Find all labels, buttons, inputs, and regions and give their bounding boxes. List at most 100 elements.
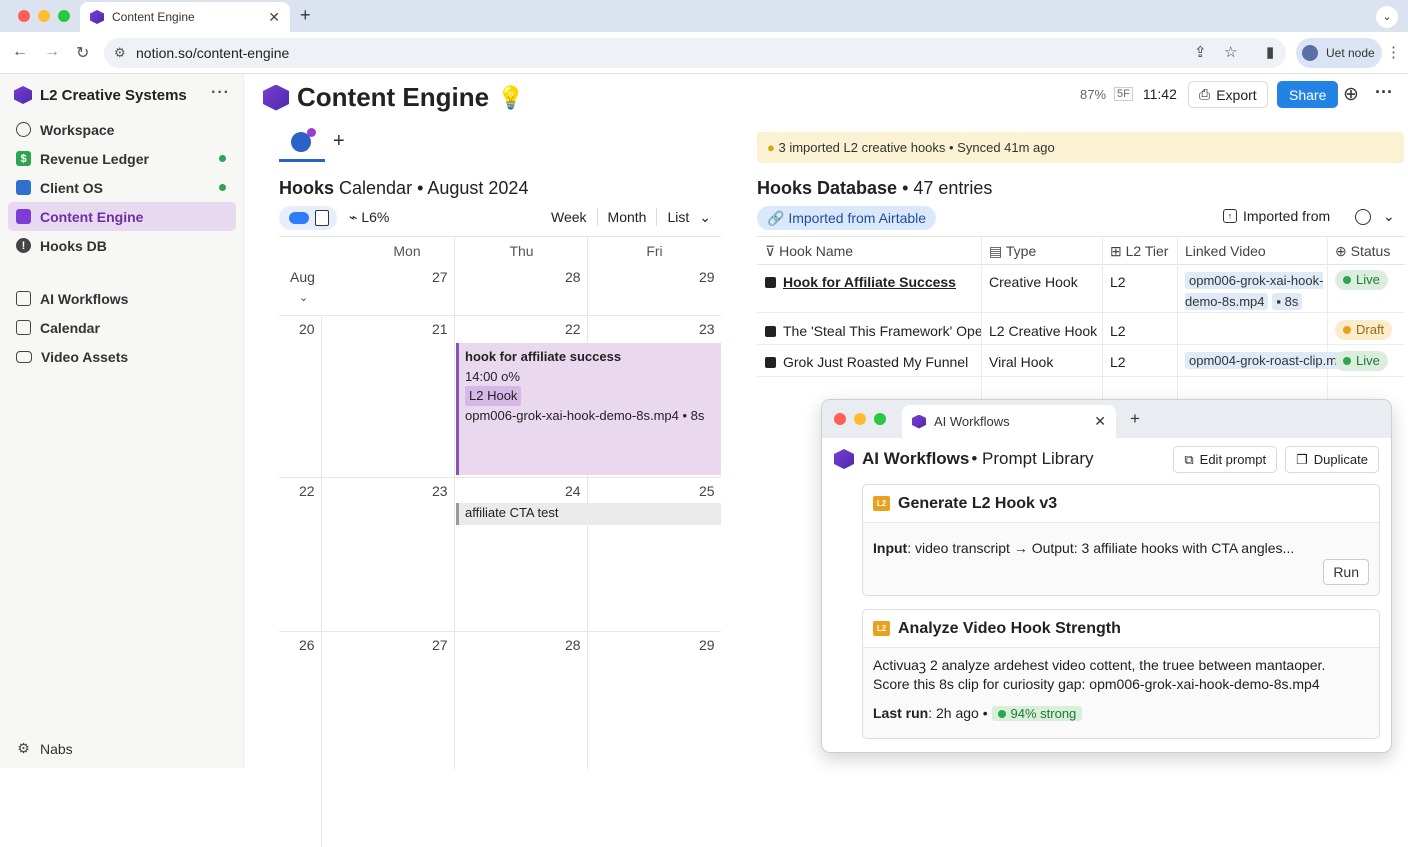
add-circle-icon[interactable]: ⊕	[1343, 83, 1359, 106]
address-bar[interactable]: ⚙ notion.so/content-engine ⇪ ☆ ▮	[104, 38, 1286, 68]
sidebar-item-content-engine[interactable]: Content Engine	[8, 202, 236, 231]
table-row[interactable]: Grok Just Roasted My Funnel	[757, 354, 981, 370]
prompt-body: Activuaꝫ 2 analyze ardehest video cotten…	[863, 648, 1379, 733]
sidebar-item-workspace[interactable]: Workspace	[8, 115, 236, 144]
workspace-switcher[interactable]: L2 Creative Systems ···	[14, 84, 229, 104]
day-number[interactable]: 26	[299, 637, 315, 653]
day-number[interactable]: 27	[432, 269, 448, 285]
share-button[interactable]: Share	[1277, 81, 1339, 108]
day-number[interactable]: 22	[565, 321, 581, 337]
bookmark-star-icon[interactable]: ☆	[1224, 38, 1237, 68]
export-button[interactable]: ⎙ Export	[1188, 81, 1268, 108]
day-number[interactable]: 25	[699, 483, 715, 499]
duplicate-button[interactable]: ❐ Duplicate	[1285, 446, 1379, 473]
popup-actions: ⧉ Edit prompt ❐ Duplicate	[1173, 446, 1379, 473]
calendar-event-cta[interactable]: affiliate CTA test	[456, 503, 721, 525]
site-settings-icon[interactable]: ⚙	[114, 38, 126, 68]
column-header-type[interactable]: ▤ Type	[981, 236, 1102, 265]
status-badge[interactable]: Live	[1327, 351, 1388, 371]
day-number[interactable]: 23	[699, 321, 715, 337]
sidebar-item-label: Video Assets	[41, 348, 129, 365]
day-number[interactable]: 22	[299, 483, 315, 499]
briefcase-icon	[16, 180, 31, 195]
duplicate-icon: ❐	[1296, 451, 1308, 467]
view-month-button[interactable]: Month	[608, 209, 647, 225]
reload-icon[interactable]: ↻	[76, 43, 89, 63]
chevron-down-icon[interactable]: ⌄	[299, 291, 308, 304]
forward-arrow-icon[interactable]: →	[44, 43, 60, 61]
calendar-title: Hooks Calendar • August 2024	[279, 178, 528, 199]
prompt-title: Generate L2 Hook v3	[898, 494, 1058, 512]
new-tab-button[interactable]: +	[1130, 409, 1140, 429]
browser-menu-icon[interactable]: ⋮	[1386, 43, 1401, 61]
imported-from-button[interactable]: ↑ Imported from	[1223, 208, 1330, 224]
close-window-button[interactable]	[834, 413, 846, 425]
profile-chip[interactable]: Uet node	[1296, 38, 1382, 68]
day-number[interactable]: 21	[432, 321, 448, 337]
browser-tab[interactable]: Content Engine ✕	[80, 2, 290, 32]
table-row[interactable]: Hook for Affiliate Success	[757, 274, 981, 290]
day-number[interactable]: 23	[432, 483, 448, 499]
prompt-label: Input	[873, 540, 908, 556]
tab-calendar-view[interactable]	[279, 128, 325, 162]
view-list-button[interactable]: List	[667, 209, 689, 225]
sidebar-item-video-assets[interactable]: Video Assets	[8, 342, 236, 371]
close-tab-icon[interactable]: ✕	[1094, 413, 1106, 430]
chevron-down-icon[interactable]: ⌄	[699, 209, 711, 226]
calendar-event-hook[interactable]: hook for affiliate success 14:00 o% L2 H…	[456, 343, 721, 475]
column-header-linked-video[interactable]: Linked Video	[1177, 236, 1327, 265]
history-button[interactable]: ⌄	[1355, 208, 1395, 225]
tab-search-chevron-icon[interactable]: ⌄	[1376, 6, 1398, 28]
day-number[interactable]: 20	[299, 321, 315, 337]
sidebar-item-calendar[interactable]: Calendar	[8, 313, 236, 342]
sidebar: L2 Creative Systems ··· Workspace $ Reve…	[0, 74, 244, 768]
sidebar-item-client-os[interactable]: Client OS	[8, 173, 236, 202]
day-number[interactable]: 28	[565, 637, 581, 653]
column-header-hook-name[interactable]: ⊽ Hook Name	[757, 236, 981, 265]
minimize-window-button[interactable]	[854, 413, 866, 425]
zoom-level: 87%	[1080, 86, 1107, 102]
sidebar-item-hooks-db[interactable]: ! Hooks DB	[8, 231, 236, 260]
day-number[interactable]: 24	[565, 483, 581, 499]
edit-prompt-button[interactable]: ⧉ Edit prompt	[1173, 446, 1278, 473]
source-pill[interactable]: 🔗 Imported from Airtable	[757, 206, 937, 230]
sidebar-settings[interactable]: ⚙ Nabs	[8, 734, 236, 763]
column-label: Hook Name	[779, 243, 854, 259]
run-button[interactable]: Run	[1323, 559, 1369, 585]
table-row[interactable]: The 'Steal This Framework' Ope..	[757, 323, 981, 339]
gear-icon: ⚙	[17, 740, 30, 756]
column-header-status[interactable]: ⊕ Status	[1327, 236, 1405, 265]
status-dot	[1343, 276, 1351, 284]
more-options-icon[interactable]: ···	[1375, 82, 1393, 103]
sidepanel-icon[interactable]: ▮	[1266, 38, 1274, 68]
close-window-button[interactable]	[18, 10, 30, 22]
column-header-l2-tier[interactable]: ⊞ L2 Tier	[1102, 236, 1177, 265]
grid-line	[279, 631, 721, 632]
status-badge[interactable]: Draft	[1327, 320, 1393, 340]
hook-tier: L2	[1110, 354, 1126, 370]
zoom-window-button[interactable]	[58, 10, 70, 22]
day-number[interactable]: 27	[432, 637, 448, 653]
hook-name: Grok Just Roasted My Funnel	[783, 354, 969, 370]
more-options-icon[interactable]: ···	[211, 84, 230, 102]
view-toggle[interactable]	[279, 206, 337, 230]
new-tab-button[interactable]: +	[300, 5, 311, 26]
day-number[interactable]: 29	[699, 637, 715, 653]
share-page-icon[interactable]: ⇪	[1194, 38, 1207, 68]
close-tab-icon[interactable]: ✕	[268, 9, 280, 26]
view-week-button[interactable]: Week	[551, 209, 587, 225]
popup-tab[interactable]: AI Workflows ✕	[902, 405, 1116, 438]
prompt-card[interactable]: L2 Generate L2 Hook v3 Input: video trans…	[862, 484, 1380, 596]
sidebar-item-revenue-ledger[interactable]: $ Revenue Ledger	[8, 144, 236, 173]
status-badge[interactable]: Live	[1327, 270, 1388, 290]
day-number[interactable]: 29	[699, 269, 715, 285]
zoom-window-button[interactable]	[874, 413, 886, 425]
sidebar-item-ai-workflows[interactable]: AI Workflows	[8, 284, 236, 313]
back-arrow-icon[interactable]: ←	[12, 43, 28, 61]
linked-video[interactable]: opm006-grok-xai-hook-demo-8s.mp4 ▪ 8s	[1177, 270, 1327, 312]
minimize-window-button[interactable]	[38, 10, 50, 22]
prompt-card[interactable]: L2 Analyze Video Hook Strength Activuaꝫ 2…	[862, 609, 1380, 739]
row-divider	[757, 376, 1405, 377]
day-number[interactable]: 28	[565, 269, 581, 285]
add-view-button[interactable]: +	[333, 130, 345, 153]
